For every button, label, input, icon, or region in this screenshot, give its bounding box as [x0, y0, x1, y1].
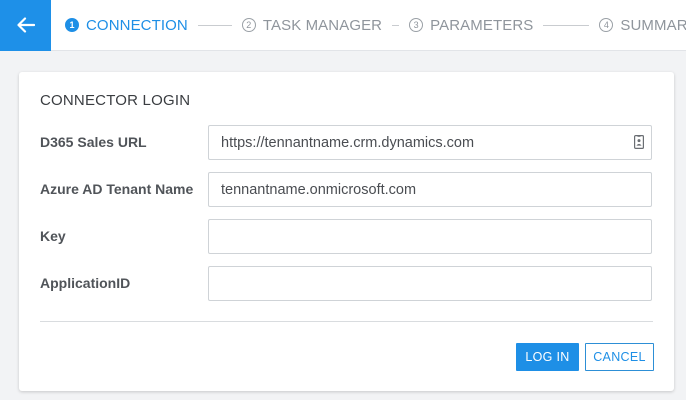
- step-label: PARAMETERS: [430, 16, 534, 34]
- tenant-name-input[interactable]: [208, 172, 652, 207]
- key-input[interactable]: [208, 219, 652, 254]
- arrow-left-icon: [16, 17, 35, 33]
- card-title: CONNECTOR LOGIN: [40, 92, 191, 109]
- step-number: 4: [599, 18, 614, 32]
- d365-url-row: D365 Sales URL: [19, 125, 674, 160]
- step-number: 3: [409, 18, 424, 32]
- contact-card-icon[interactable]: [634, 135, 644, 149]
- steps-list: 1 CONNECTION 2 TASK MANAGER 3 PARAMETERS…: [51, 0, 686, 50]
- step-number: 2: [241, 18, 256, 32]
- key-label: Key: [40, 228, 66, 244]
- step-parameters[interactable]: 3 PARAMETERS: [409, 0, 533, 50]
- login-button[interactable]: LOG IN: [516, 343, 579, 371]
- step-number: 1: [65, 18, 79, 32]
- step-label: TASK MANAGER: [262, 16, 383, 34]
- application-id-row: ApplicationID: [19, 266, 674, 301]
- step-summary[interactable]: 4 SUMMARY: [599, 0, 686, 50]
- cancel-button[interactable]: CANCEL: [585, 343, 654, 371]
- connector-login-card: CONNECTOR LOGIN D365 Sales URL Azure AD …: [19, 72, 674, 391]
- step-label: CONNECTION: [86, 16, 188, 34]
- d365-url-input[interactable]: [208, 125, 652, 160]
- step-separator: [392, 24, 400, 26]
- step-connection[interactable]: 1 CONNECTION: [65, 0, 188, 50]
- step-label: SUMMARY: [620, 16, 686, 34]
- application-id-label: ApplicationID: [40, 275, 131, 291]
- form-divider: [40, 321, 653, 322]
- key-row: Key: [19, 219, 674, 254]
- step-separator: [197, 24, 232, 26]
- tenant-name-row: Azure AD Tenant Name: [19, 172, 674, 207]
- step-separator: [543, 24, 590, 26]
- wizard-stepper: 1 CONNECTION 2 TASK MANAGER 3 PARAMETERS…: [0, 0, 686, 51]
- tenant-name-label: Azure AD Tenant Name: [40, 181, 194, 197]
- step-task-manager[interactable]: 2 TASK MANAGER: [241, 0, 383, 50]
- d365-url-label: D365 Sales URL: [40, 134, 147, 150]
- application-id-input[interactable]: [208, 266, 652, 301]
- back-button[interactable]: [0, 0, 51, 51]
